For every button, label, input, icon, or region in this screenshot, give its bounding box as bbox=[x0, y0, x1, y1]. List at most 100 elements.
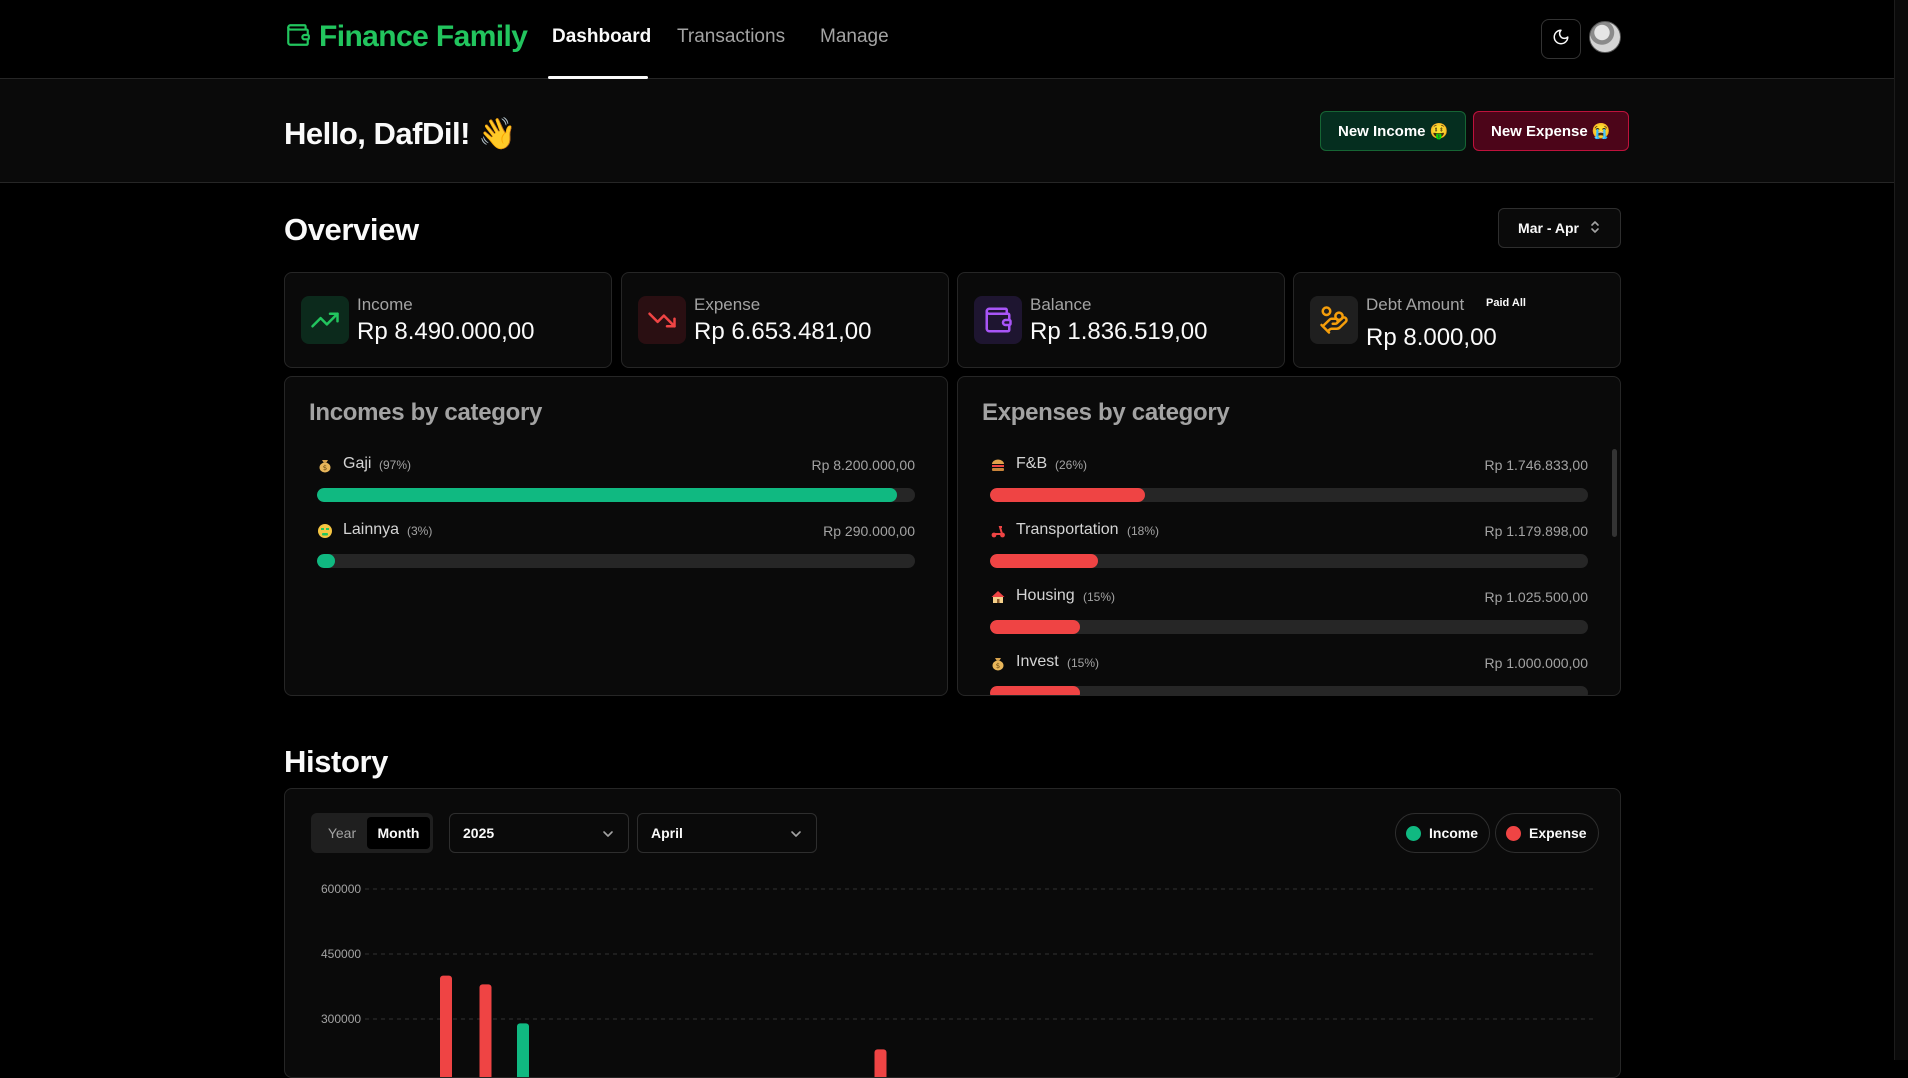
legend-expense-label: Expense bbox=[1529, 825, 1587, 841]
category-progress-track bbox=[990, 620, 1588, 634]
stat-value: Rp 8.490.000,00 bbox=[357, 318, 535, 345]
category-name: Housing bbox=[1016, 587, 1075, 604]
legend-income-label: Income bbox=[1429, 825, 1479, 841]
category-name: F&B bbox=[1016, 455, 1048, 472]
category-amount: Rp 290.000,00 bbox=[823, 523, 915, 539]
year-select[interactable]: 2025 bbox=[449, 813, 629, 853]
moon-icon bbox=[1552, 28, 1570, 51]
category-name: Invest bbox=[1016, 653, 1059, 670]
category-percent: (18%) bbox=[1127, 524, 1160, 538]
nav-transactions[interactable]: Transactions bbox=[677, 26, 785, 48]
category-progress-track bbox=[990, 554, 1588, 568]
stat-value: Rp 6.653.481,00 bbox=[694, 318, 872, 345]
legend-expense[interactable]: Expense bbox=[1495, 813, 1599, 853]
income-stat-card: Income Rp 8.490.000,00 bbox=[284, 272, 612, 368]
scooter-icon bbox=[990, 523, 1006, 539]
paid-all-button[interactable]: Paid All bbox=[1486, 297, 1526, 309]
wallet-logo-icon bbox=[285, 22, 311, 53]
new-expense-button[interactable]: New Expense 😭 bbox=[1473, 111, 1629, 151]
mode-month-tab[interactable]: Month bbox=[367, 817, 430, 849]
category-amount: Rp 8.200.000,00 bbox=[811, 457, 915, 473]
category-row-header: Transportation (18%) Rp 1.179.898,00 bbox=[990, 521, 1588, 543]
category-name: Gaji bbox=[343, 455, 372, 472]
incomes-by-category-card: Incomes by category $ Gaji (97%) Rp 8.200.0… bbox=[284, 376, 948, 696]
expense-stat-card: Expense Rp 6.653.481,00 bbox=[621, 272, 949, 368]
balance-stat-card: Balance Rp 1.836.519,00 bbox=[957, 272, 1285, 368]
category-amount: Rp 1.746.833,00 bbox=[1484, 457, 1588, 473]
wallet-icon bbox=[974, 296, 1022, 344]
category-row: $ Invest (15%) Rp 1.000.000,00 bbox=[990, 653, 1588, 695]
new-income-button[interactable]: New Income 🤑 bbox=[1320, 111, 1467, 151]
period-select[interactable]: Mar - Apr bbox=[1498, 208, 1621, 248]
burger-icon bbox=[990, 457, 1006, 473]
history-bar-chart: 600000 450000 300000 bbox=[321, 882, 1595, 1078]
category-progress-track bbox=[990, 686, 1588, 695]
house-icon bbox=[990, 589, 1006, 605]
money-mouth-face-icon bbox=[317, 523, 333, 539]
svg-text:$: $ bbox=[323, 464, 327, 472]
category-progress-fill bbox=[990, 554, 1098, 568]
mode-year-tab[interactable]: Year bbox=[315, 817, 369, 849]
category-row-header: Lainnya (3%) Rp 290.000,00 bbox=[317, 521, 915, 543]
month-select[interactable]: April bbox=[637, 813, 817, 853]
expense-dot-icon bbox=[1506, 825, 1521, 841]
user-avatar[interactable] bbox=[1589, 21, 1621, 53]
expenses-by-category-card: Expenses by category F&B (26%) Rp 1.746.83… bbox=[957, 376, 1621, 696]
category-percent: (97%) bbox=[379, 458, 412, 472]
y-tick-label: 300000 bbox=[321, 1012, 361, 1026]
legend-income[interactable]: Income bbox=[1395, 813, 1491, 853]
category-name: Lainnya bbox=[343, 521, 400, 538]
category-percent: (3%) bbox=[407, 524, 433, 538]
money-bag-icon: $ bbox=[990, 655, 1006, 671]
nav-dashboard[interactable]: Dashboard bbox=[552, 26, 651, 48]
stat-label: Balance bbox=[1030, 295, 1092, 314]
stat-value: Rp 8.000,00 bbox=[1366, 324, 1497, 351]
category-row: $ Gaji (97%) Rp 8.200.000,00 bbox=[317, 455, 915, 502]
category-amount: Rp 1.000.000,00 bbox=[1484, 655, 1588, 671]
top-navigation: Finance Family Dashboard Transactions Ma… bbox=[0, 0, 1894, 79]
period-mode-toggle: Year Month bbox=[311, 813, 433, 853]
month-value: April bbox=[651, 825, 683, 841]
category-row: Housing (15%) Rp 1.025.500,00 bbox=[990, 587, 1588, 634]
category-percent: (15%) bbox=[1067, 656, 1100, 670]
category-progress-fill bbox=[990, 488, 1146, 502]
category-row-header: $ Gaji (97%) Rp 8.200.000,00 bbox=[317, 455, 915, 477]
page-scrollbar[interactable] bbox=[1894, 0, 1908, 1060]
category-percent: (26%) bbox=[1055, 458, 1088, 472]
category-progress-fill bbox=[990, 620, 1080, 634]
expenses-by-category-title: Expenses by category bbox=[982, 399, 1230, 426]
category-row-header: Housing (15%) Rp 1.025.500,00 bbox=[990, 587, 1588, 609]
category-row: F&B (26%) Rp 1.746.833,00 bbox=[990, 455, 1588, 502]
category-progress-fill bbox=[990, 686, 1080, 695]
income-bar[interactable] bbox=[517, 1023, 529, 1078]
history-title: History bbox=[284, 744, 389, 779]
category-progress-track bbox=[990, 488, 1588, 502]
brand[interactable]: Finance Family bbox=[285, 20, 528, 54]
category-row: Lainnya (3%) Rp 290.000,00 bbox=[317, 521, 915, 568]
period-value: Mar - Apr bbox=[1518, 220, 1579, 236]
category-progress-track bbox=[317, 554, 915, 568]
category-list-scrollbar[interactable] bbox=[1612, 449, 1617, 537]
nav-manage[interactable]: Manage bbox=[820, 26, 889, 48]
expense-bar[interactable] bbox=[479, 984, 492, 1078]
stat-value: Rp 1.836.519,00 bbox=[1030, 318, 1208, 345]
chevron-down-icon bbox=[602, 827, 614, 843]
year-value: 2025 bbox=[463, 825, 495, 841]
stat-label: Debt Amount bbox=[1366, 295, 1465, 314]
category-row: Transportation (18%) Rp 1.179.898,00 bbox=[990, 521, 1588, 568]
category-progress-track bbox=[317, 488, 915, 502]
expense-bar[interactable] bbox=[440, 975, 452, 1078]
stat-label: Expense bbox=[694, 295, 761, 314]
theme-toggle-button[interactable] bbox=[1541, 19, 1581, 59]
y-tick-label: 600000 bbox=[321, 882, 361, 896]
svg-text:$: $ bbox=[996, 662, 1000, 670]
greeting-bar: Hello, DafDil! 👋 New Income 🤑 New Expens… bbox=[0, 79, 1894, 183]
hand-coins-icon bbox=[1310, 296, 1358, 344]
income-dot-icon bbox=[1406, 825, 1421, 841]
brand-name: Finance Family bbox=[319, 20, 528, 53]
category-amount: Rp 1.179.898,00 bbox=[1484, 523, 1588, 539]
money-bag-icon: $ bbox=[317, 457, 333, 473]
debt-stat-card: Debt Amount Paid All Rp 8.000,00 bbox=[1293, 272, 1621, 368]
chevron-down-icon bbox=[790, 827, 802, 843]
expense-bar[interactable] bbox=[874, 1049, 887, 1078]
